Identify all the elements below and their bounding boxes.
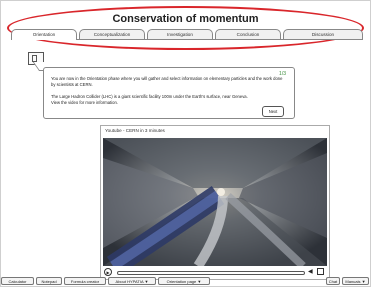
info-callout: 1/3 You are now in the Orientation phase… bbox=[43, 67, 295, 119]
notepad-button[interactable]: Notepad bbox=[36, 277, 62, 285]
video-title: Youtube - CERN in 3 minutes bbox=[105, 128, 165, 133]
manuals-dropdown[interactable]: Manuals ▼ bbox=[342, 277, 369, 285]
play-icon[interactable]: ▶ bbox=[104, 268, 112, 276]
seek-bar[interactable] bbox=[117, 271, 305, 275]
about-hypatia-dropdown[interactable]: About HYPATIA ▼ bbox=[108, 277, 156, 285]
video-frame[interactable] bbox=[103, 138, 327, 266]
volume-icon[interactable]: ◀ bbox=[308, 268, 313, 276]
video-panel: Youtube - CERN in 3 minutes ▶ ◀ bbox=[100, 125, 330, 280]
next-button[interactable]: Next bbox=[262, 106, 284, 117]
tab-investigation[interactable]: Investigation bbox=[147, 29, 213, 39]
highlight-ellipse bbox=[7, 6, 364, 50]
tab-discussion[interactable]: Discussion bbox=[283, 29, 363, 39]
info-paragraph-2: The Large Hadron Collider (LHC) is a gia… bbox=[51, 94, 248, 105]
bottom-toolbar: Calculator Notepad Formula creator About… bbox=[1, 276, 370, 286]
lhc-tunnel-image bbox=[103, 138, 327, 266]
calculator-button[interactable]: Calculator bbox=[1, 277, 34, 285]
chat-button[interactable]: Chat bbox=[326, 277, 340, 285]
tab-orientation[interactable]: Orientation bbox=[11, 29, 77, 40]
info-paragraph-1: You are now in the Orientation phase whe… bbox=[51, 76, 283, 87]
tab-conceptualization[interactable]: Conceptualization bbox=[79, 29, 145, 39]
orientation-page-dropdown[interactable]: Orientation page ▼ bbox=[158, 277, 210, 285]
formula-creator-button[interactable]: Formula creator bbox=[64, 277, 106, 285]
fullscreen-icon[interactable] bbox=[317, 268, 324, 275]
tab-conclusion[interactable]: Conclusion bbox=[215, 29, 281, 39]
